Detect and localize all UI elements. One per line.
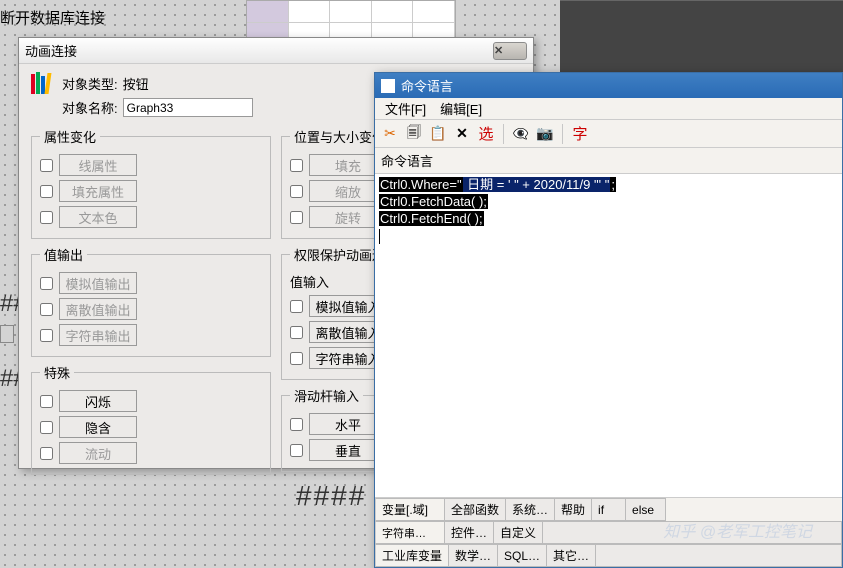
bg-db-text: 断开数据库连接 <box>0 7 105 28</box>
dialog1-close-button[interactable]: ✕ <box>493 42 527 60</box>
analog-out-check[interactable] <box>40 277 53 290</box>
code-line1-a: Ctrl0.Where=" <box>379 177 463 192</box>
close-icon: ✕ <box>494 44 526 57</box>
value-in-label: 值输入 <box>290 272 387 291</box>
books-icon <box>31 72 51 94</box>
select-icon[interactable]: 选 <box>477 125 495 143</box>
tab-else[interactable]: else <box>626 498 666 521</box>
text-color-button[interactable]: 文本色 <box>59 206 137 228</box>
line-prop-button[interactable]: 线属性 <box>59 154 137 176</box>
delete-icon[interactable]: ✕ <box>453 125 471 143</box>
hash-marks-3: #### <box>296 480 366 512</box>
vert-check[interactable] <box>290 444 303 457</box>
tab-industrial-var[interactable]: 工业库变量 <box>375 544 449 567</box>
blink-button[interactable]: 闪烁 <box>59 390 137 412</box>
analog-out-button[interactable]: 模拟值输出 <box>59 272 137 294</box>
hide-check[interactable] <box>40 421 53 434</box>
horiz-check[interactable] <box>290 418 303 431</box>
tab-sql[interactable]: SQL… <box>498 544 547 567</box>
text-cursor <box>379 229 380 244</box>
special-legend: 特殊 <box>40 363 74 382</box>
tab-other[interactable]: 其它… <box>547 544 596 567</box>
tab-math[interactable]: 数学… <box>449 544 498 567</box>
tab-all-funcs[interactable]: 全部函数 <box>445 498 506 521</box>
command-language-dialog: 命令语言 文件[F] 编辑[E] ✂ 🗐 📋 ✕ 选 👁‍🗨 📷 字 命令语言 … <box>374 72 843 568</box>
toolbar-separator-2 <box>562 124 563 144</box>
find-icon[interactable]: 👁‍🗨 <box>512 125 530 143</box>
code-line2: Ctrl0.FetchData( ); <box>379 194 488 209</box>
fill-check[interactable] <box>290 159 303 172</box>
special-group: 特殊 闪烁 隐含 流动 <box>31 363 271 475</box>
cut-icon[interactable]: ✂ <box>381 125 399 143</box>
code-line1-c: ; <box>610 177 616 192</box>
paste-icon[interactable]: 📋 <box>429 125 447 143</box>
flow-check[interactable] <box>40 447 53 460</box>
section-label: 命令语言 <box>375 148 842 174</box>
dialog1-titlebar[interactable]: 动画连接 ✕ <box>19 38 533 64</box>
tab-help[interactable]: 帮助 <box>555 498 592 521</box>
scale-check[interactable] <box>290 185 303 198</box>
discrete-in-check[interactable] <box>290 326 303 339</box>
rotate-check[interactable] <box>290 211 303 224</box>
char-icon[interactable]: 字 <box>571 125 589 143</box>
obj-name-input[interactable] <box>123 98 253 117</box>
tab-system[interactable]: 系统… <box>506 498 555 521</box>
discrete-out-check[interactable] <box>40 303 53 316</box>
obj-type-label: 对象类型: <box>62 74 118 93</box>
tab-custom[interactable]: 自定义 <box>494 521 543 544</box>
tab-if[interactable]: if <box>592 498 626 521</box>
value-out-group: 值输出 模拟值输出 离散值输出 字符串输出 <box>31 245 271 357</box>
code-line1-b: 日期 = ' " + 2020/11/9 "' " <box>463 177 611 192</box>
slider-in-legend: 滑动杆输入 <box>290 386 363 405</box>
dark-strip <box>560 0 843 72</box>
code-line3: Ctrl0.FetchEnd( ); <box>379 211 484 226</box>
blink-check[interactable] <box>40 395 53 408</box>
tab-string[interactable]: 字符串… <box>375 521 445 544</box>
value-out-legend: 值输出 <box>40 245 87 264</box>
tab-spacer1 <box>543 521 842 544</box>
hide-button[interactable]: 隐含 <box>59 416 137 438</box>
toolbar: ✂ 🗐 📋 ✕ 选 👁‍🗨 📷 字 <box>375 120 842 148</box>
menu-edit[interactable]: 编辑[E] <box>434 97 488 120</box>
tab-var-field[interactable]: 变量[.域] <box>375 498 445 521</box>
window-icon <box>381 79 395 93</box>
line-prop-check[interactable] <box>40 159 53 172</box>
string-out-check[interactable] <box>40 329 53 342</box>
discrete-out-button[interactable]: 离散值输出 <box>59 298 137 320</box>
analog-in-check[interactable] <box>290 300 303 313</box>
flow-button[interactable]: 流动 <box>59 442 137 464</box>
dialog2-titlebar[interactable]: 命令语言 <box>375 73 842 98</box>
prop-change-legend: 属性变化 <box>40 127 100 146</box>
obj-type-value: 按钮 <box>123 74 149 93</box>
fill-prop-button[interactable]: 填充属性 <box>59 180 137 202</box>
menu-file[interactable]: 文件[F] <box>379 97 432 120</box>
tab-control[interactable]: 控件… <box>445 521 494 544</box>
obj-name-label: 对象名称: <box>62 98 118 117</box>
bottom-tabs: 变量[.域] 全部函数 系统… 帮助 if else 字符串… 控件… 自定义 … <box>375 497 842 567</box>
string-in-check[interactable] <box>290 352 303 365</box>
fill-prop-check[interactable] <box>40 185 53 198</box>
code-editor[interactable]: Ctrl0.Where=" 日期 = ' " + 2020/11/9 "' ";… <box>375 174 842 497</box>
tab-spacer2 <box>596 544 842 567</box>
copy-icon[interactable]: 🗐 <box>405 125 423 143</box>
toolbar-separator-1 <box>503 124 504 144</box>
dialog2-title: 命令语言 <box>401 76 453 95</box>
menu-bar: 文件[F] 编辑[E] <box>375 98 842 120</box>
inset-box <box>0 325 14 343</box>
prop-change-group: 属性变化 线属性 填充属性 文本色 <box>31 127 271 239</box>
text-color-check[interactable] <box>40 211 53 224</box>
dialog1-title: 动画连接 <box>25 41 493 60</box>
string-out-button[interactable]: 字符串输出 <box>59 324 137 346</box>
camera-icon[interactable]: 📷 <box>536 125 554 143</box>
